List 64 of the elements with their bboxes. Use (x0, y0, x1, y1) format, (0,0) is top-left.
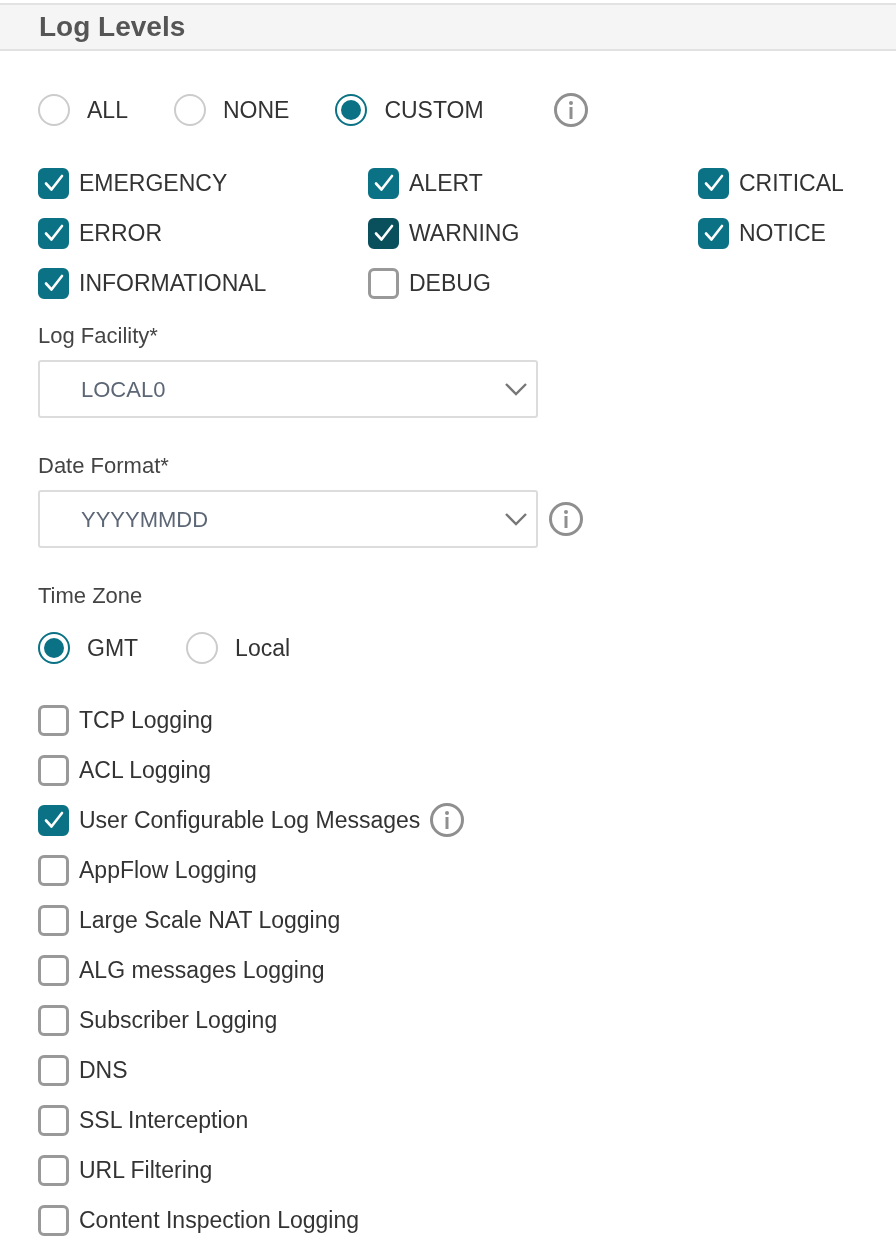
checkbox-label: ERROR (79, 218, 163, 248)
checkmark-icon (703, 224, 724, 242)
checkbox[interactable] (38, 217, 69, 249)
radio-label: ALL (87, 95, 128, 125)
chevron-down-icon (504, 382, 528, 396)
checkbox-label: Content Inspection Logging (79, 1205, 360, 1235)
checkmark-icon (43, 224, 64, 242)
field-label: Log Facility* (38, 322, 158, 350)
checkbox[interactable] (38, 1204, 69, 1236)
radio-label: GMT (87, 633, 139, 663)
checkbox[interactable] (38, 167, 69, 199)
checkbox[interactable] (698, 217, 729, 249)
checkbox-label: SSL Interception (79, 1105, 249, 1135)
checkmark-icon (43, 811, 64, 829)
checkbox-label: Large Scale NAT Logging (79, 905, 341, 935)
checkbox-label: User Configurable Log Messages (79, 805, 421, 835)
checkbox-label: ACL Logging (79, 755, 212, 785)
select-field[interactable]: YYYYMMDD (38, 490, 538, 548)
radio-label: CUSTOM (384, 95, 484, 125)
checkbox[interactable] (368, 167, 399, 199)
checkmark-icon (43, 174, 64, 192)
checkbox[interactable] (38, 1104, 69, 1136)
checkbox[interactable] (38, 954, 69, 986)
checkbox-label: TCP Logging (79, 705, 213, 735)
radio-button[interactable] (335, 94, 368, 126)
checkbox[interactable] (368, 217, 399, 249)
checkbox[interactable] (38, 1004, 69, 1036)
checkbox-label: AppFlow Logging (79, 855, 257, 885)
checkbox-label: NOTICE (739, 218, 826, 248)
checkmark-icon (373, 174, 394, 192)
checkmark-icon (43, 274, 64, 292)
checkbox-label: ALERT (409, 168, 483, 198)
checkbox-label: CRITICAL (739, 168, 844, 198)
select-field[interactable]: LOCAL0 (38, 360, 538, 418)
checkbox[interactable] (38, 804, 69, 836)
field-label: Date Format* (38, 452, 169, 480)
radio-label: Local (235, 633, 291, 663)
radio-label: NONE (222, 95, 290, 125)
checkbox-label: INFORMATIONAL (79, 268, 267, 298)
chevron-down-icon (504, 512, 528, 526)
checkmark-icon (703, 174, 724, 192)
checkbox[interactable] (368, 267, 399, 299)
radio-button[interactable] (38, 632, 70, 664)
checkbox[interactable] (698, 167, 729, 199)
checkbox-label: ALG messages Logging (79, 955, 325, 985)
checkbox[interactable] (38, 1154, 69, 1186)
checkbox-label: WARNING (409, 218, 520, 248)
checkbox-label: DNS (79, 1055, 128, 1085)
checkbox[interactable] (38, 854, 69, 886)
field-label: Time Zone (38, 582, 143, 610)
info-icon[interactable] (549, 502, 583, 536)
checkmark-icon (373, 224, 394, 242)
info-icon[interactable] (430, 803, 465, 837)
checkbox-label: DEBUG (409, 268, 491, 298)
checkbox[interactable] (38, 267, 69, 299)
checkbox[interactable] (38, 904, 69, 936)
checkbox-label: URL Filtering (79, 1155, 213, 1185)
checkbox[interactable] (38, 754, 69, 786)
checkbox-label: Subscriber Logging (79, 1005, 278, 1035)
checkbox[interactable] (38, 704, 69, 736)
info-icon[interactable] (553, 93, 588, 127)
checkbox[interactable] (38, 1054, 69, 1086)
checkbox-label: EMERGENCY (79, 168, 228, 198)
section-title: Log Levels (39, 10, 186, 44)
